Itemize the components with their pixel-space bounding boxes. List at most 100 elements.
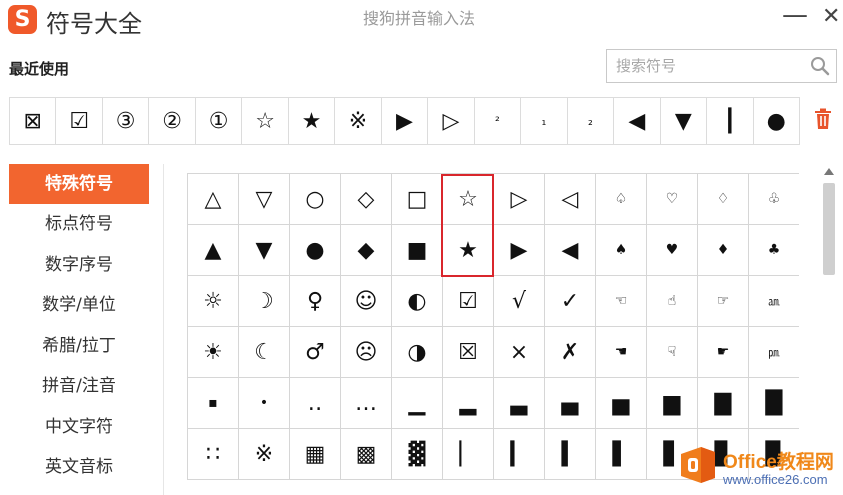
symbol-cell[interactable]: ▎ [494, 429, 545, 480]
symbol-cell[interactable]: ▅ [596, 378, 647, 429]
symbol-cell[interactable]: ☝ [647, 276, 698, 327]
category-item[interactable]: 拼音/注音 [9, 366, 149, 407]
scroll-up-arrow-icon[interactable] [824, 168, 834, 175]
category-item[interactable]: 特殊符号 [9, 164, 149, 204]
symbol-cell[interactable]: ◐ [392, 276, 443, 327]
symbol-cell[interactable]: ◆ [341, 225, 392, 276]
symbol-cell[interactable]: ☛ [698, 327, 749, 378]
search-icon[interactable] [810, 56, 830, 76]
symbol-cell[interactable]: ♡ [647, 174, 698, 225]
symbol-cell[interactable]: ☞ [698, 276, 749, 327]
symbol-cell[interactable]: ㏘ [749, 327, 799, 378]
symbol-cell[interactable]: ▦ [290, 429, 341, 480]
symbol-cell[interactable]: • [239, 378, 290, 429]
symbol-cell[interactable]: ▩ [341, 429, 392, 480]
symbol-cell[interactable]: ♢ [698, 174, 749, 225]
recent-symbol[interactable]: ◀ [614, 98, 661, 144]
symbol-cell[interactable]: ☹ [341, 327, 392, 378]
symbol-cell[interactable]: ☼ [188, 276, 239, 327]
symbol-cell[interactable]: ‥ [290, 378, 341, 429]
symbol-cell[interactable]: ▇ [698, 378, 749, 429]
scroll-thumb[interactable] [823, 183, 835, 275]
recent-symbol[interactable]: ☆ [242, 98, 289, 144]
symbol-cell[interactable]: ✓ [545, 276, 596, 327]
symbol-cell[interactable]: ♤ [596, 174, 647, 225]
symbol-cell[interactable]: ☺ [341, 276, 392, 327]
symbol-cell[interactable]: ☒ [443, 327, 494, 378]
symbol-cell[interactable]: ★ [443, 225, 494, 276]
symbol-cell[interactable]: ☀ [188, 327, 239, 378]
symbol-cell[interactable]: ▽ [239, 174, 290, 225]
recent-symbol[interactable]: ☑ [56, 98, 103, 144]
recent-symbol[interactable]: ₁ [521, 98, 568, 144]
symbol-cell[interactable]: ☑ [443, 276, 494, 327]
recent-symbol[interactable]: ▶ [382, 98, 429, 144]
recent-symbol[interactable]: ★ [289, 98, 336, 144]
symbol-cell[interactable]: ◇ [341, 174, 392, 225]
symbol-cell[interactable]: ▆ [647, 378, 698, 429]
symbol-cell[interactable]: ◑ [392, 327, 443, 378]
recent-symbol[interactable]: ※ [335, 98, 382, 144]
symbol-cell[interactable]: █ [749, 378, 799, 429]
symbol-cell[interactable]: ♂ [290, 327, 341, 378]
symbol-cell[interactable]: △ [188, 174, 239, 225]
symbol-cell[interactable]: ▂ [443, 378, 494, 429]
category-item[interactable]: 中文字符 [9, 407, 149, 448]
search-box[interactable] [606, 49, 837, 83]
close-button[interactable]: ✕ [822, 4, 840, 29]
recent-symbol[interactable]: ② [149, 98, 196, 144]
category-item[interactable]: 标点符号 [9, 204, 149, 245]
symbol-cell[interactable]: ▪ [188, 378, 239, 429]
symbol-cell[interactable]: ▓ [392, 429, 443, 480]
symbol-cell[interactable]: ☾ [239, 327, 290, 378]
symbol-cell[interactable]: ☽ [239, 276, 290, 327]
symbol-cell[interactable]: ▍ [545, 429, 596, 480]
symbol-cell[interactable]: √ [494, 276, 545, 327]
symbol-cell[interactable]: ○ [290, 174, 341, 225]
symbol-cell[interactable]: ▷ [494, 174, 545, 225]
category-item[interactable]: 希腊/拉丁 [9, 326, 149, 367]
recent-symbol[interactable]: ┃ [707, 98, 754, 144]
symbol-cell[interactable]: ☆ [443, 174, 494, 225]
symbol-cell[interactable]: □ [392, 174, 443, 225]
symbol-cell[interactable]: × [494, 327, 545, 378]
minimize-button[interactable]: — [782, 0, 808, 30]
symbol-cell[interactable]: ♠ [596, 225, 647, 276]
symbol-cell[interactable]: ▁ [392, 378, 443, 429]
symbol-cell[interactable]: ※ [239, 429, 290, 480]
symbol-cell[interactable]: ▏ [443, 429, 494, 480]
symbol-cell[interactable]: ♦ [698, 225, 749, 276]
symbol-cell[interactable]: ♥ [647, 225, 698, 276]
symbol-cell[interactable]: ▃ [494, 378, 545, 429]
symbol-cell[interactable]: ▶ [494, 225, 545, 276]
symbol-cell[interactable]: ☜ [596, 276, 647, 327]
symbol-cell[interactable]: ✗ [545, 327, 596, 378]
symbol-cell[interactable]: ▼ [239, 225, 290, 276]
recent-symbol[interactable]: ⊠ [10, 98, 57, 144]
symbol-cell[interactable]: ▲ [188, 225, 239, 276]
symbol-cell[interactable]: ♣ [749, 225, 799, 276]
category-item[interactable]: 英文音标 [9, 447, 149, 488]
category-item[interactable]: 数字序号 [9, 245, 149, 286]
symbol-cell[interactable]: ◀ [545, 225, 596, 276]
recent-symbol[interactable]: ² [475, 98, 522, 144]
trash-icon[interactable] [813, 108, 833, 130]
symbol-cell[interactable]: … [341, 378, 392, 429]
symbol-cell[interactable]: ♀ [290, 276, 341, 327]
symbol-cell[interactable]: ■ [392, 225, 443, 276]
symbol-cell[interactable]: ♧ [749, 174, 799, 225]
symbol-cell[interactable]: ☟ [647, 327, 698, 378]
recent-symbol[interactable]: ₂ [568, 98, 615, 144]
recent-symbol[interactable]: ▷ [428, 98, 475, 144]
symbol-cell[interactable]: ▄ [545, 378, 596, 429]
symbol-cell[interactable]: ☚ [596, 327, 647, 378]
search-input[interactable] [607, 50, 802, 82]
recent-symbol[interactable]: ▼ [661, 98, 708, 144]
symbol-cell[interactable]: ◁ [545, 174, 596, 225]
category-item[interactable]: 数学/单位 [9, 285, 149, 326]
recent-symbol[interactable]: ① [196, 98, 243, 144]
recent-symbol[interactable]: ③ [103, 98, 150, 144]
recent-symbol[interactable]: ● [754, 98, 799, 144]
symbol-cell[interactable]: ㏂ [749, 276, 799, 327]
symbol-cell[interactable]: ∷ [188, 429, 239, 480]
